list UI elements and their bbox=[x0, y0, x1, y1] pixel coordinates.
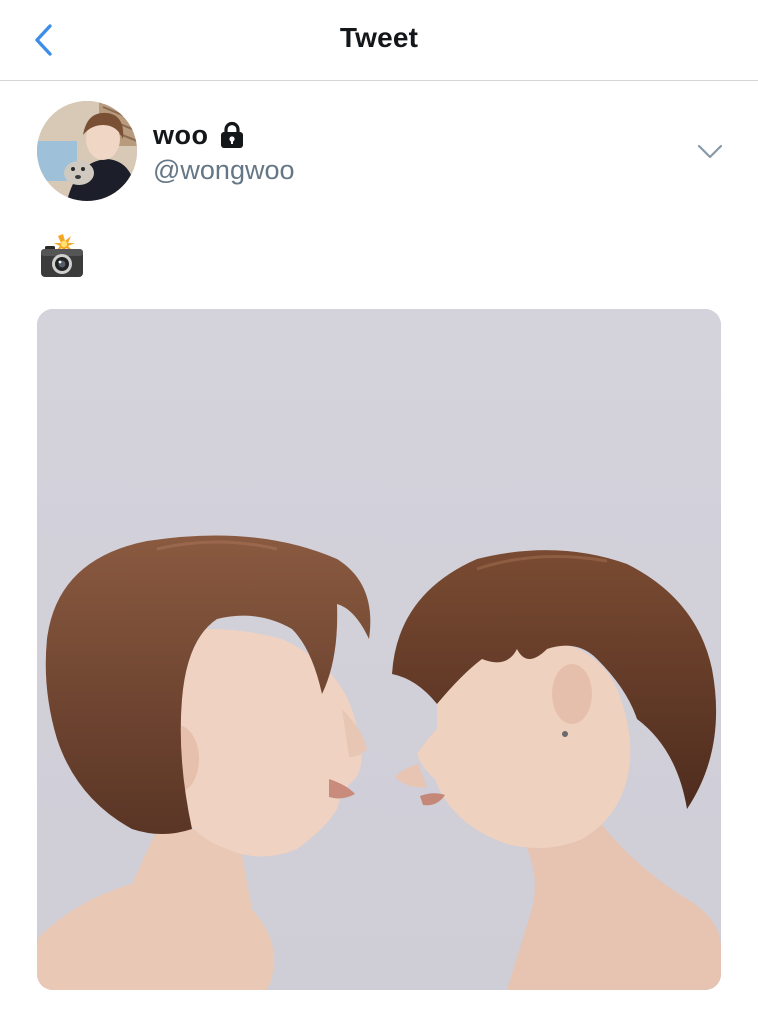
display-name-row: woo bbox=[153, 118, 245, 152]
camera-flash-icon bbox=[41, 234, 83, 277]
display-name[interactable]: woo bbox=[153, 120, 209, 151]
avatar-photo bbox=[37, 101, 137, 201]
navigation-bar: Tweet bbox=[0, 0, 758, 81]
chevron-down-icon bbox=[697, 144, 723, 159]
lock-icon bbox=[219, 121, 245, 149]
tweet-text bbox=[37, 234, 85, 278]
user-handle[interactable]: @wongwoo bbox=[153, 155, 295, 186]
photo bbox=[37, 309, 721, 990]
tweet-media-image[interactable] bbox=[37, 309, 721, 990]
page-title: Tweet bbox=[339, 22, 419, 53]
avatar[interactable] bbox=[37, 101, 137, 201]
more-options-button[interactable] bbox=[696, 140, 724, 164]
